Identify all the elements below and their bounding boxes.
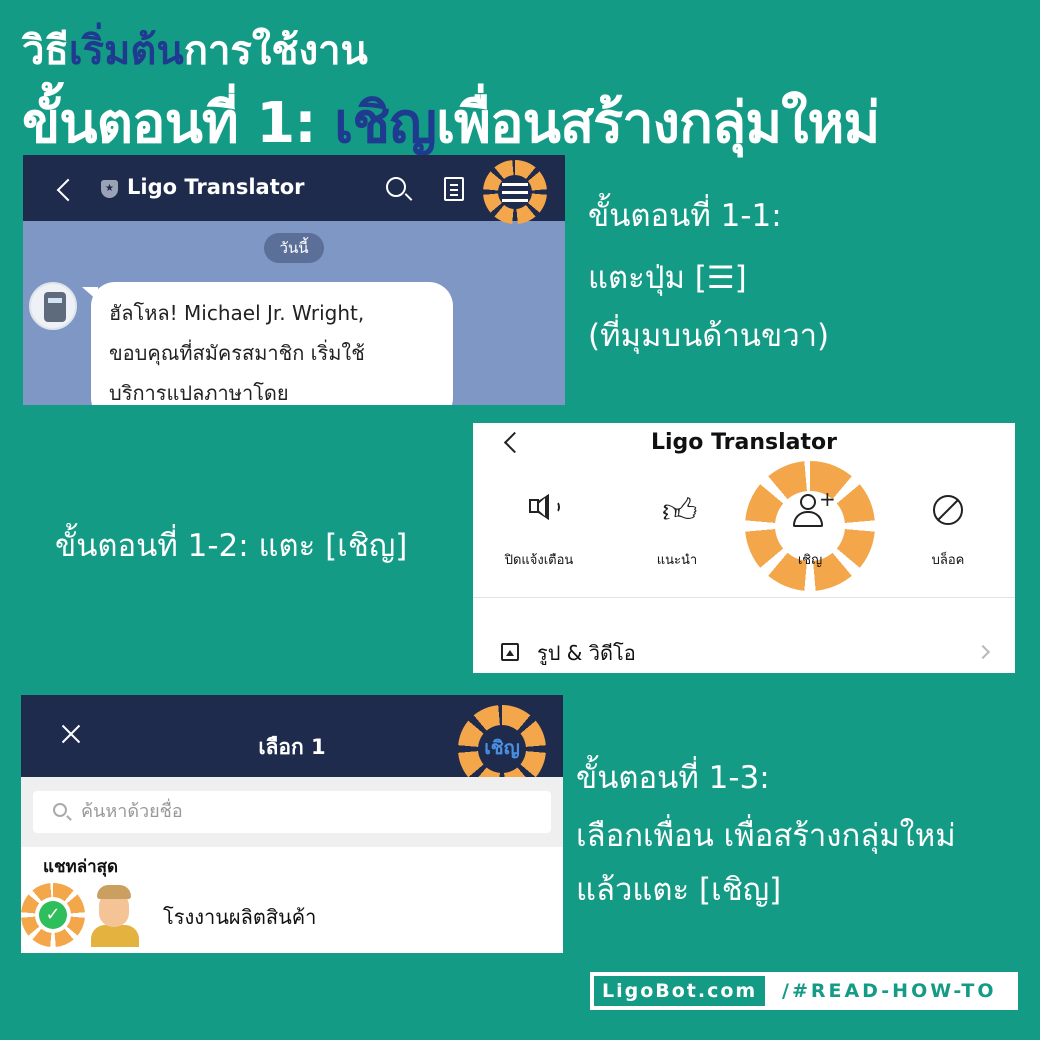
invite-button[interactable]: + เชิญ (755, 487, 865, 570)
step-1-3-heading: ขั้นตอนที่ 1-3: (576, 760, 770, 796)
chat-screen-panel: ★ Ligo Translator วันนี้ ฮัลโหล! Michael… (23, 155, 565, 405)
block-icon (933, 495, 963, 525)
account-menu-panel: Ligo Translator ปิดแจ้งเตือน 👍︎ แนะนำ + … (473, 423, 1015, 673)
block-label: บล็อค (931, 553, 965, 568)
step-1-1-note: (ที่มุมบนด้านขวา) (588, 318, 830, 354)
message-line: บริการแปลภาษาโดย (109, 381, 289, 405)
invite-button[interactable]: เชิญ (458, 733, 546, 763)
message-line: ฮัลโหล! Michael Jr. Wright, (109, 301, 365, 325)
contact-name[interactable]: โรงงานผลิตสินค้า (163, 901, 316, 933)
step-1-1-heading: ขั้นตอนที่ 1-1: (588, 198, 782, 234)
step-1-1-instruction: แตะปุ่ม [☰] (588, 260, 747, 296)
menu-icon[interactable] (502, 183, 528, 186)
title-text: เพื่อนสร้างกลุ่มใหม่ (435, 91, 880, 156)
date-chip: วันนี้ (264, 233, 324, 263)
title-text: วิธี (22, 28, 69, 74)
title-highlight: เชิญ (334, 91, 437, 156)
recommend-label: แนะนำ (656, 553, 698, 568)
photo-icon (501, 643, 519, 661)
chat-title: Ligo Translator (127, 175, 305, 199)
recent-chats-header: แชทล่าสุด (43, 857, 119, 877)
contact-avatar (87, 881, 143, 947)
title-text: การใช้งาน (183, 28, 368, 74)
select-friends-panel: เลือก 1 เชิญ แชทล่าสุด ✓ โรงงานผลิตสินค้… (21, 695, 563, 953)
invite-label: เชิญ (797, 553, 823, 568)
brand-link[interactable]: LigoBot.com (594, 976, 766, 1006)
shield-icon: ★ (101, 180, 118, 198)
search-icon (53, 803, 67, 817)
photos-videos-link[interactable]: รูป & วิดีโอ (537, 637, 636, 669)
mute-notifications-button[interactable]: ปิดแจ้งเตือน (484, 491, 594, 570)
mute-label: ปิดแจ้งเตือน (504, 553, 574, 568)
title-line-2: ขั้นตอนที่ 1: เชิญเพื่อนสร้างกลุ่มใหม่ (22, 78, 880, 167)
bot-avatar[interactable] (29, 282, 77, 330)
recommend-button[interactable]: 👍︎ แนะนำ (622, 491, 732, 570)
thumbs-up-icon: 👍︎ (662, 491, 698, 531)
notes-icon[interactable] (444, 177, 464, 201)
hashtag-label: /#READ-HOW-TO (782, 980, 997, 1002)
highlight-ring (483, 160, 547, 224)
add-person-icon: + (755, 487, 865, 533)
chevron-right-icon[interactable] (975, 644, 991, 660)
checkmark-icon[interactable]: ✓ (39, 901, 67, 929)
title-text: ขั้นตอนที่ 1: (22, 91, 335, 156)
step-1-3-note: แล้วแตะ [เชิญ] (576, 872, 782, 908)
divider (473, 597, 1015, 598)
account-title: Ligo Translator (651, 430, 837, 455)
block-button[interactable]: บล็อค (893, 491, 1003, 570)
message-line: ขอบคุณที่สมัครสมาชิก เริ่มใช้ (109, 341, 365, 365)
title-line-1: วิธีเริ่มต้นการใช้งาน (22, 18, 368, 82)
search-input[interactable] (81, 795, 521, 827)
step-1-2-text: ขั้นตอนที่ 1-2: แตะ [เชิญ] (55, 528, 408, 564)
search-icon[interactable] (386, 177, 406, 197)
step-1-3-instruction: เลือกเพื่อน เพื่อสร้างกลุ่มใหม่ (576, 818, 956, 854)
title-highlight: เริ่มต้น (68, 28, 184, 74)
